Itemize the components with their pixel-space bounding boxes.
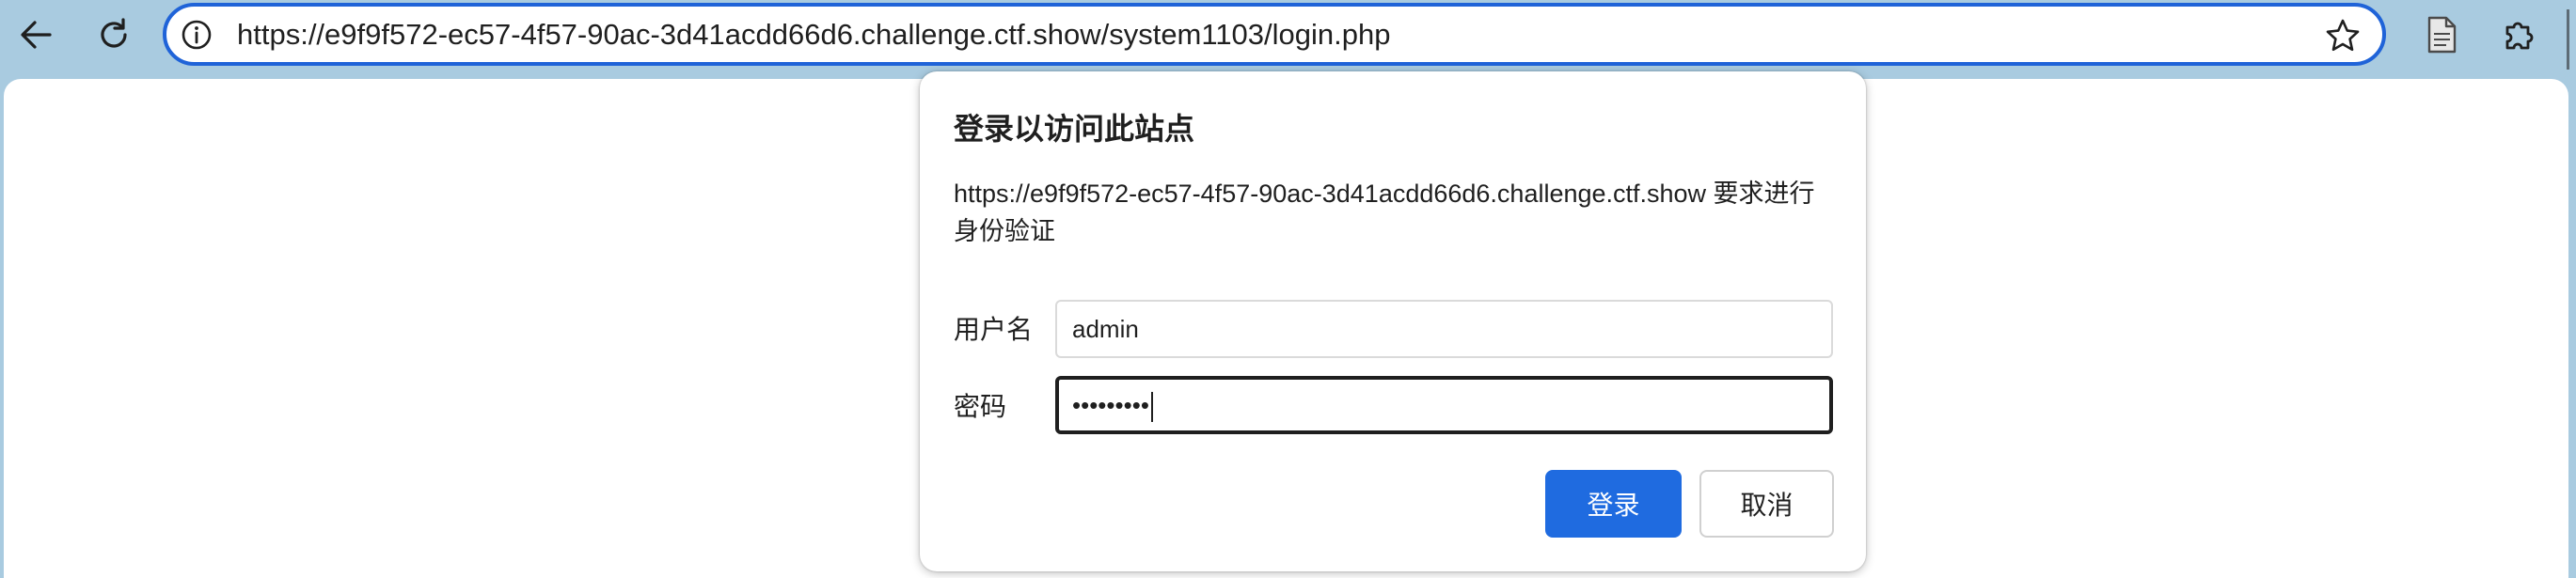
back-arrow-icon bbox=[16, 15, 55, 55]
username-value: admin bbox=[1072, 315, 1139, 343]
auth-dialog: 登录以访问此站点 https://e9f9f572-ec57-4f57-90ac… bbox=[920, 71, 1866, 571]
back-button[interactable] bbox=[8, 7, 64, 63]
reload-button[interactable] bbox=[86, 7, 142, 63]
password-field[interactable]: ••••••••• bbox=[1055, 376, 1833, 434]
text-caret bbox=[1150, 392, 1153, 423]
reload-icon bbox=[94, 15, 134, 55]
browser-toolbar: https://e9f9f572-ec57-4f57-90ac-3d41acdd… bbox=[0, 0, 2576, 79]
extensions-button[interactable] bbox=[2491, 7, 2548, 63]
info-icon[interactable] bbox=[180, 18, 213, 52]
reading-view-button[interactable] bbox=[2413, 7, 2470, 63]
puzzle-icon bbox=[2500, 15, 2539, 55]
url-text[interactable]: https://e9f9f572-ec57-4f57-90ac-3d41acdd… bbox=[237, 7, 1390, 62]
star-icon[interactable] bbox=[2324, 17, 2362, 55]
username-field[interactable]: admin bbox=[1055, 300, 1833, 358]
login-button[interactable]: 登录 bbox=[1545, 470, 1682, 538]
password-label: 密码 bbox=[954, 392, 1007, 421]
document-icon bbox=[2424, 15, 2459, 55]
cancel-button[interactable]: 取消 bbox=[1699, 470, 1834, 538]
toolbar-edge bbox=[2567, 9, 2569, 70]
password-value: ••••••••• bbox=[1072, 391, 1149, 419]
address-bar[interactable]: https://e9f9f572-ec57-4f57-90ac-3d41acdd… bbox=[163, 3, 2386, 66]
dialog-title: 登录以访问此站点 bbox=[954, 112, 1195, 146]
username-label: 用户名 bbox=[954, 315, 1034, 344]
dialog-message: https://e9f9f572-ec57-4f57-90ac-3d41acdd… bbox=[954, 180, 1815, 245]
